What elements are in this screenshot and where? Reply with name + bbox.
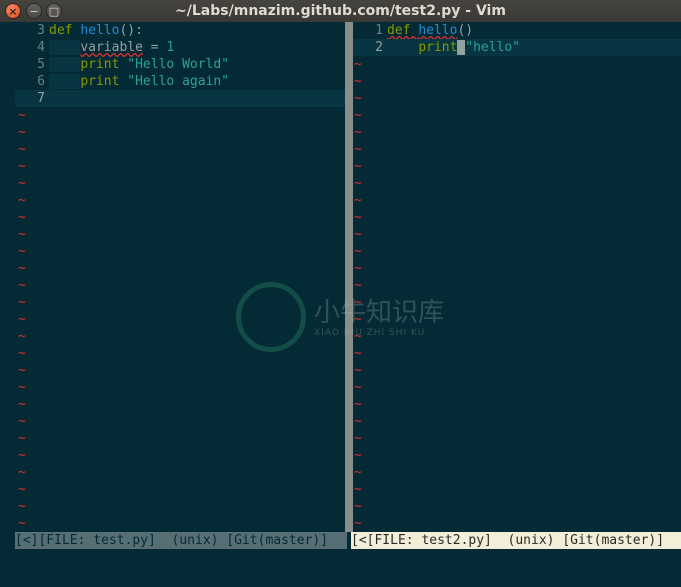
left-buffer-pane[interactable]: 3 def hello(): 4 variable = 15 print "Hell…: [15, 22, 345, 532]
empty-line-tilde: ~: [18, 465, 26, 480]
left-margin: [0, 22, 15, 587]
empty-line-tilde: ~: [354, 363, 362, 378]
code-token: =: [142, 40, 167, 55]
empty-line-tilde: ~: [354, 176, 362, 191]
empty-line-tilde: ~: [18, 108, 26, 123]
line-number: 7: [37, 91, 45, 106]
empty-line-tilde: ~: [18, 125, 26, 140]
code-token: [387, 40, 419, 55]
empty-line-tilde: ~: [354, 159, 362, 174]
empty-line-tilde: ~: [18, 431, 26, 446]
empty-line-tilde: ~: [354, 312, 362, 327]
empty-line-tilde: ~: [354, 465, 362, 480]
empty-line-tilde: ~: [354, 210, 362, 225]
code-token: print: [80, 57, 128, 72]
empty-line-tilde: ~: [354, 329, 362, 344]
empty-line-tilde: ~: [354, 57, 362, 72]
empty-line-tilde: ~: [354, 193, 362, 208]
line-number: 5: [37, 57, 45, 72]
empty-line-tilde: ~: [354, 448, 362, 463]
vertical-split-divider[interactable]: [345, 22, 353, 532]
code-line[interactable]: 3 def hello():: [15, 22, 345, 39]
code-token: ():: [119, 23, 143, 38]
empty-line-tilde: ~: [18, 142, 26, 157]
line-number: 4: [37, 40, 45, 55]
code-token: hello: [80, 23, 120, 38]
code-token: 1: [166, 40, 175, 55]
code-line[interactable]: 2 print "hello": [353, 39, 681, 56]
code-token: [49, 57, 81, 72]
empty-line-tilde: ~: [18, 312, 26, 327]
empty-line-tilde: ~: [354, 227, 362, 242]
code-token: def: [387, 23, 419, 38]
empty-line-tilde: ~: [354, 74, 362, 89]
code-line[interactable]: 1 def hello(): [353, 22, 681, 39]
empty-line-tilde: ~: [18, 499, 26, 514]
empty-line-tilde: ~: [18, 227, 26, 242]
empty-line-tilde: ~: [18, 295, 26, 310]
empty-line-tilde: ~: [354, 244, 362, 259]
code-token: "Hello World": [127, 57, 230, 72]
line-number: 1: [375, 23, 383, 38]
empty-line-tilde: ~: [18, 159, 26, 174]
empty-line-tilde: ~: [354, 142, 362, 157]
empty-line-tilde: ~: [354, 499, 362, 514]
empty-line-tilde: ~: [18, 482, 26, 497]
code-line[interactable]: 7: [15, 90, 345, 107]
empty-line-tilde: ~: [354, 516, 362, 531]
empty-line-tilde: ~: [354, 91, 362, 106]
empty-line-tilde: ~: [18, 193, 26, 208]
empty-line-tilde: ~: [354, 414, 362, 429]
command-line[interactable]: [15, 549, 681, 587]
empty-line-tilde: ~: [354, 482, 362, 497]
empty-line-tilde: ~: [18, 414, 26, 429]
code-token: hello: [418, 23, 458, 38]
left-statusline: [<][FILE: test.py] (unix) [Git(master)]: [15, 532, 347, 549]
empty-line-tilde: ~: [18, 380, 26, 395]
line-number: 3: [37, 23, 45, 38]
empty-line-tilde: ~: [18, 329, 26, 344]
code-line[interactable]: 4 variable = 1: [15, 39, 345, 56]
code-token: [49, 74, 81, 89]
empty-line-tilde: ~: [354, 278, 362, 293]
code-line[interactable]: 6 print "Hello again": [15, 73, 345, 90]
empty-line-tilde: ~: [18, 363, 26, 378]
code-token: "hello": [465, 40, 521, 55]
empty-line-tilde: ~: [18, 244, 26, 259]
empty-line-tilde: ~: [18, 278, 26, 293]
empty-line-tilde: ~: [18, 210, 26, 225]
code-token: def: [49, 23, 81, 38]
empty-line-tilde: ~: [354, 261, 362, 276]
empty-line-tilde: ~: [354, 108, 362, 123]
empty-line-tilde: ~: [354, 397, 362, 412]
code-token: print: [80, 74, 128, 89]
window-titlebar: × − □ ~/Labs/mnazim.github.com/test2.py …: [0, 0, 681, 23]
code-token: "Hello again": [127, 74, 230, 89]
code-token: [49, 40, 81, 55]
window-title: ~/Labs/mnazim.github.com/test2.py - Vim: [175, 3, 506, 19]
code-token: variable: [80, 40, 143, 55]
code-token: print: [418, 40, 458, 55]
empty-line-tilde: ~: [354, 346, 362, 361]
empty-line-tilde: ~: [18, 516, 26, 531]
empty-line-tilde: ~: [18, 346, 26, 361]
empty-line-tilde: ~: [354, 295, 362, 310]
empty-line-tilde: ~: [18, 448, 26, 463]
empty-line-tilde: ~: [18, 261, 26, 276]
empty-line-tilde: ~: [18, 176, 26, 191]
empty-line-tilde: ~: [354, 380, 362, 395]
right-statusline: [<[FILE: test2.py] (unix) [Git(master)]: [351, 532, 681, 549]
line-number: 2: [375, 40, 383, 55]
empty-line-tilde: ~: [18, 397, 26, 412]
line-number: 6: [37, 74, 45, 89]
right-buffer-pane[interactable]: 1 def hello() 2 print "hello" ~ ~ ~ ~ ~ ~ ~ ~ ~ ~ ~ ~ ~…: [353, 22, 681, 532]
vim-editor: 3 def hello(): 4 variable = 15 print "Hell…: [0, 22, 681, 587]
code-line[interactable]: 5 print "Hello World": [15, 56, 345, 73]
empty-line-tilde: ~: [354, 431, 362, 446]
empty-line-tilde: ~: [354, 125, 362, 140]
code-token: (): [457, 23, 474, 38]
